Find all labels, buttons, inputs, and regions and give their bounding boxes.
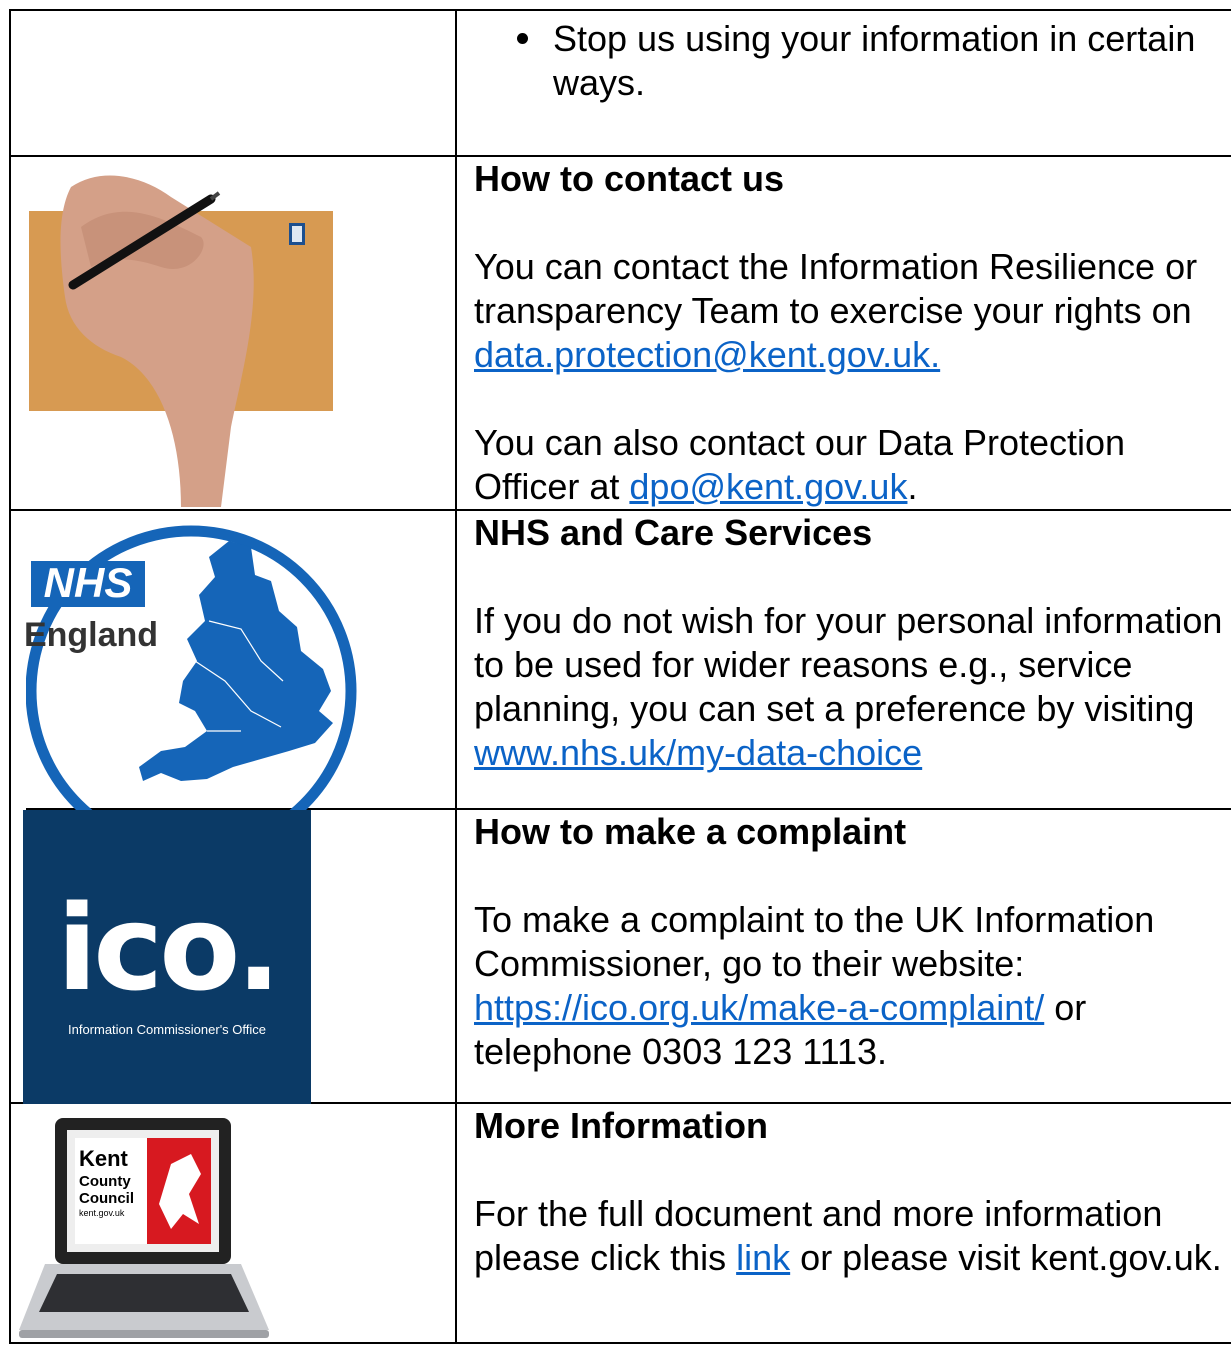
image-cell: ico. Information Commissioner's Office: [9, 808, 457, 1104]
svg-text:Kent: Kent: [79, 1146, 129, 1171]
kent-laptop-image: Kent County Council kent.gov.uk: [19, 1118, 269, 1338]
text-cell: More Information For the full document a…: [455, 1102, 1231, 1344]
section-heading: NHS and Care Services: [474, 512, 873, 553]
section-heading: More Information: [474, 1105, 768, 1146]
full-document-link[interactable]: link: [736, 1237, 790, 1278]
text-cell: Stop us using your information in certai…: [455, 9, 1231, 157]
text-cell: How to make a complaint To make a compla…: [455, 808, 1231, 1104]
text-cell: How to contact us You can contact the In…: [455, 155, 1231, 511]
table-row: NHS England NHS and Care Services If you…: [9, 509, 1231, 810]
table-row: ico. Information Commissioner's Office H…: [9, 808, 1231, 1104]
bullet-list: Stop us using your information in certai…: [457, 11, 1231, 105]
table-row: Stop us using your information in certai…: [9, 9, 1231, 157]
svg-text:County: County: [79, 1173, 131, 1190]
hand-writing-envelope-image: [29, 175, 333, 507]
paragraph: You can contact the Information Resilien…: [474, 246, 1198, 375]
table-row: Kent County Council kent.gov.uk More Inf…: [9, 1102, 1231, 1344]
section-heading: How to contact us: [474, 158, 785, 199]
paragraph: To make a complaint to the UK Informatio…: [474, 899, 1155, 1072]
ico-logo: ico. Information Commissioner's Office: [23, 810, 311, 1104]
nhs-data-choice-link[interactable]: www.nhs.uk/my-data-choice: [474, 732, 922, 773]
empty-image-cell: [9, 9, 457, 157]
nhs-england-logo: NHS England: [11, 511, 357, 810]
table-row: How to contact us You can contact the In…: [9, 155, 1231, 511]
data-protection-email-link[interactable]: data.protection@kent.gov.uk.: [474, 334, 940, 375]
image-cell: Kent County Council kent.gov.uk: [9, 1102, 457, 1344]
svg-text:England: England: [24, 616, 158, 654]
section-heading: How to make a complaint: [474, 811, 907, 852]
image-cell: [9, 155, 457, 511]
image-cell: NHS England: [9, 509, 457, 810]
content-table: Stop us using your information in certai…: [9, 9, 1231, 1344]
bullet-icon: [517, 33, 528, 44]
list-item: Stop us using your information in certai…: [457, 11, 1231, 105]
dpo-email-link[interactable]: dpo@kent.gov.uk: [629, 466, 907, 507]
paragraph: If you do not wish for your personal inf…: [474, 600, 1223, 773]
ico-complaint-link[interactable]: https://ico.org.uk/make-a-complaint/: [474, 987, 1044, 1028]
svg-text:NHS: NHS: [44, 559, 133, 606]
svg-text:Council: Council: [79, 1190, 134, 1207]
text-cell: NHS and Care Services If you do not wish…: [455, 509, 1231, 810]
paragraph: You can also contact our Data Protection…: [474, 422, 1126, 507]
paragraph: For the full document and more informati…: [474, 1193, 1222, 1278]
svg-text:kent.gov.uk: kent.gov.uk: [79, 1208, 125, 1218]
